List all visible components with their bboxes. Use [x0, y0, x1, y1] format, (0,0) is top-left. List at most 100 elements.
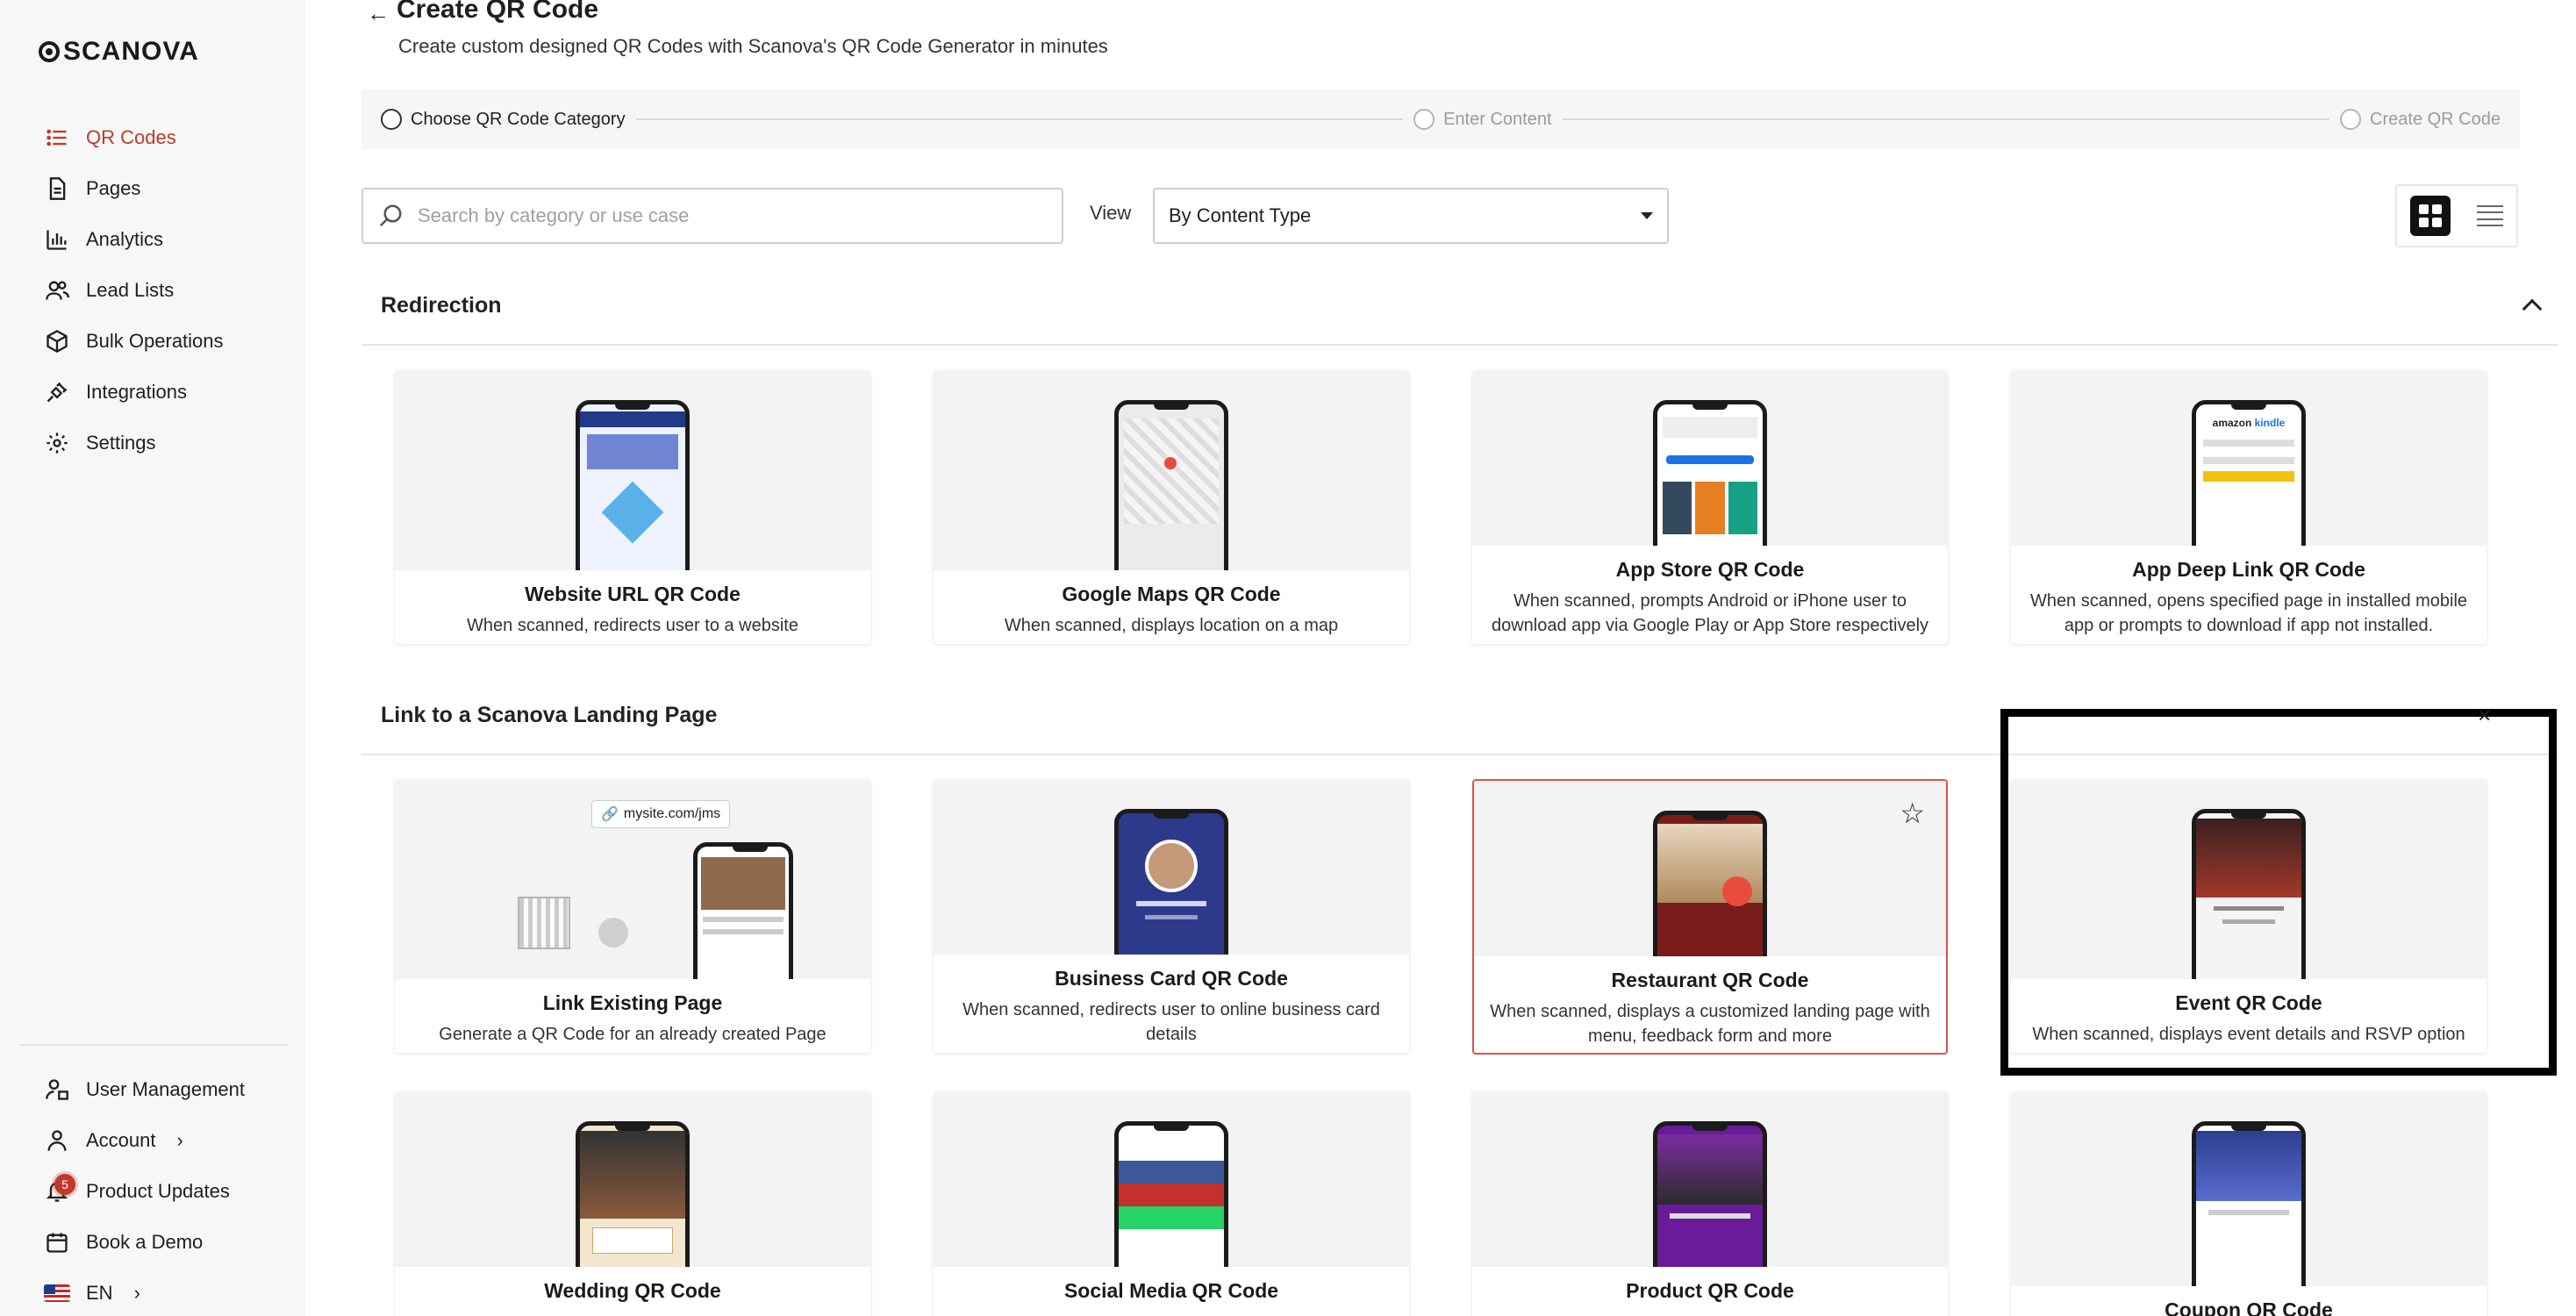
- card-image: amazon kindle: [2011, 370, 2487, 546]
- card-description: When scanned, prompts Android or iPhone …: [1491, 591, 1929, 635]
- step-circle-icon: [1413, 109, 1435, 130]
- qr-code-icon: [518, 897, 570, 949]
- card-image: [934, 370, 1409, 570]
- card-description: When scanned, redirects user to online b…: [962, 1000, 1380, 1044]
- list-icon: [44, 125, 70, 151]
- page-title: Create QR Code: [397, 0, 599, 24]
- card-wedding[interactable]: Wedding QR Code: [395, 1091, 870, 1316]
- sidebar-item-analytics[interactable]: Analytics: [44, 214, 290, 265]
- sidebar-item-pages[interactable]: Pages: [44, 163, 290, 214]
- step-2: Enter Content: [1413, 109, 1552, 130]
- scanova-logo-icon: [39, 41, 60, 62]
- search-input[interactable]: [418, 204, 1032, 227]
- language-selector[interactable]: EN ›: [44, 1268, 298, 1316]
- sidebar-item-label: Product Updates: [86, 1180, 230, 1202]
- card-description: When scanned, displays event details and…: [2032, 1025, 2465, 1044]
- step-circle-icon: [381, 109, 402, 130]
- card-image: [2011, 1091, 2487, 1286]
- star-icon[interactable]: ☆: [1900, 797, 1925, 830]
- sidebar-item-account[interactable]: Account ›: [44, 1115, 298, 1166]
- page-subtitle: Create custom designed QR Codes with Sca…: [398, 35, 1108, 57]
- phone-mockup: [2192, 1121, 2306, 1286]
- card-title: Social Media QR Code: [1063, 1279, 1279, 1302]
- sidebar-item-qr-codes[interactable]: QR Codes: [44, 112, 290, 163]
- card-product[interactable]: Product QR Code: [1472, 1091, 1948, 1316]
- phone-mockup: [1653, 811, 1767, 956]
- section-title: Link to a Scanova Landing Page: [381, 702, 718, 727]
- brand-logo[interactable]: SCANOVA: [39, 37, 199, 67]
- sidebar-item-label: Bulk Operations: [86, 330, 224, 352]
- sidebar-item-label: Account: [86, 1129, 156, 1151]
- card-event[interactable]: Event QR Code When scanned, displays eve…: [2011, 779, 2487, 1053]
- section-header-landing-page[interactable]: Link to a Scanova Landing Page: [361, 696, 2558, 755]
- card-title: Coupon QR Code: [2165, 1298, 2333, 1316]
- card-title: Restaurant QR Code: [1611, 969, 1809, 991]
- sidebar-item-book-demo[interactable]: Book a Demo: [44, 1217, 298, 1268]
- card-app-store[interactable]: App Store QR Code When scanned, prompts …: [1472, 370, 1948, 644]
- card-title: App Deep Link QR Code: [2132, 558, 2365, 581]
- view-select[interactable]: By Content Type: [1153, 188, 1669, 244]
- card-restaurant[interactable]: ☆ Restaurant QR Code When scanned, displ…: [1472, 779, 1948, 1055]
- card-social-media[interactable]: Social Media QR Code: [934, 1091, 1409, 1316]
- card-image: [934, 1091, 1409, 1267]
- stepper: Choose QR Code Category Enter Content Cr…: [361, 89, 2520, 149]
- phone-mockup: [1114, 809, 1228, 955]
- step-label: Choose QR Code Category: [411, 109, 626, 129]
- section-header-redirection[interactable]: Redirection: [361, 286, 2558, 346]
- sidebar-item-label: Analytics: [86, 228, 164, 250]
- grid-view-button[interactable]: [2410, 196, 2451, 236]
- phone-mockup: [1114, 1121, 1228, 1267]
- card-image: [1472, 370, 1948, 546]
- chevron-right-icon: ›: [133, 1282, 140, 1304]
- language-label: EN: [86, 1282, 113, 1304]
- card-app-deep-link[interactable]: amazon kindle App Deep Link QR Code When…: [2011, 370, 2487, 644]
- card-website-url[interactable]: Website URL QR Code When scanned, redire…: [395, 370, 870, 644]
- card-title: Wedding QR Code: [544, 1279, 721, 1302]
- search-box[interactable]: [361, 188, 1063, 244]
- sidebar-item-lead-lists[interactable]: Lead Lists: [44, 265, 290, 316]
- sidebar-item-integrations[interactable]: Integrations: [44, 367, 290, 418]
- sidebar-item-product-updates[interactable]: Product Updates: [44, 1166, 298, 1217]
- phone-mockup: [1114, 400, 1228, 570]
- card-title: Business Card QR Code: [1055, 967, 1288, 990]
- sidebar-item-label: Settings: [86, 432, 156, 454]
- card-link-existing-page[interactable]: 🔗 mysite.com/jms Link Existing Page Gener…: [395, 779, 870, 1053]
- box-icon: [44, 328, 70, 354]
- user-manage-icon: [44, 1076, 70, 1103]
- step-circle-icon: [2340, 109, 2362, 130]
- sidebar-item-label: User Management: [86, 1078, 245, 1100]
- step-connector: [1562, 118, 2330, 120]
- section-title: Redirection: [381, 292, 502, 318]
- card-image: 🔗 mysite.com/jms: [395, 779, 870, 979]
- sidebar-divider: [19, 1044, 288, 1046]
- sidebar-item-label: Pages: [86, 177, 141, 199]
- phone-mockup: [576, 1121, 690, 1267]
- card-description: When scanned, opens specified page in in…: [2029, 591, 2468, 635]
- card-description: When scanned, displays location on a map: [1004, 616, 1339, 635]
- card-google-maps[interactable]: Google Maps QR Code When scanned, displa…: [934, 370, 1409, 644]
- list-view-button[interactable]: [2477, 205, 2503, 226]
- sidebar-item-label: Book a Demo: [86, 1231, 204, 1253]
- view-label: View: [1090, 202, 1132, 224]
- step-1[interactable]: Choose QR Code Category: [381, 109, 626, 130]
- close-icon[interactable]: ×: [2478, 702, 2491, 729]
- phone-mockup: [2192, 809, 2306, 979]
- step-3: Create QR Code: [2340, 109, 2501, 130]
- sidebar-item-user-management[interactable]: User Management: [44, 1064, 298, 1115]
- sidebar-item-settings[interactable]: Settings: [44, 418, 290, 468]
- back-arrow-icon[interactable]: ←: [367, 0, 390, 27]
- calendar-icon: [44, 1229, 70, 1255]
- view-toggle: [2395, 184, 2518, 247]
- sidebar-item-bulk-operations[interactable]: Bulk Operations: [44, 316, 290, 367]
- card-title: Link Existing Page: [542, 991, 723, 1014]
- card-business-card[interactable]: Business Card QR Code When scanned, redi…: [934, 779, 1409, 1053]
- main-content: ← Create QR Code Create custom designed …: [305, 0, 2576, 1316]
- phone-mockup: [1653, 1121, 1767, 1267]
- chevron-up-icon[interactable]: [2522, 298, 2543, 319]
- search-icon: [379, 204, 402, 227]
- card-coupon[interactable]: Coupon QR Code: [2011, 1091, 2487, 1316]
- url-chip-text: mysite.com/jms: [623, 806, 721, 821]
- step-label: Enter Content: [1443, 109, 1552, 129]
- card-image: [395, 370, 870, 570]
- card-image: [1472, 1091, 1948, 1267]
